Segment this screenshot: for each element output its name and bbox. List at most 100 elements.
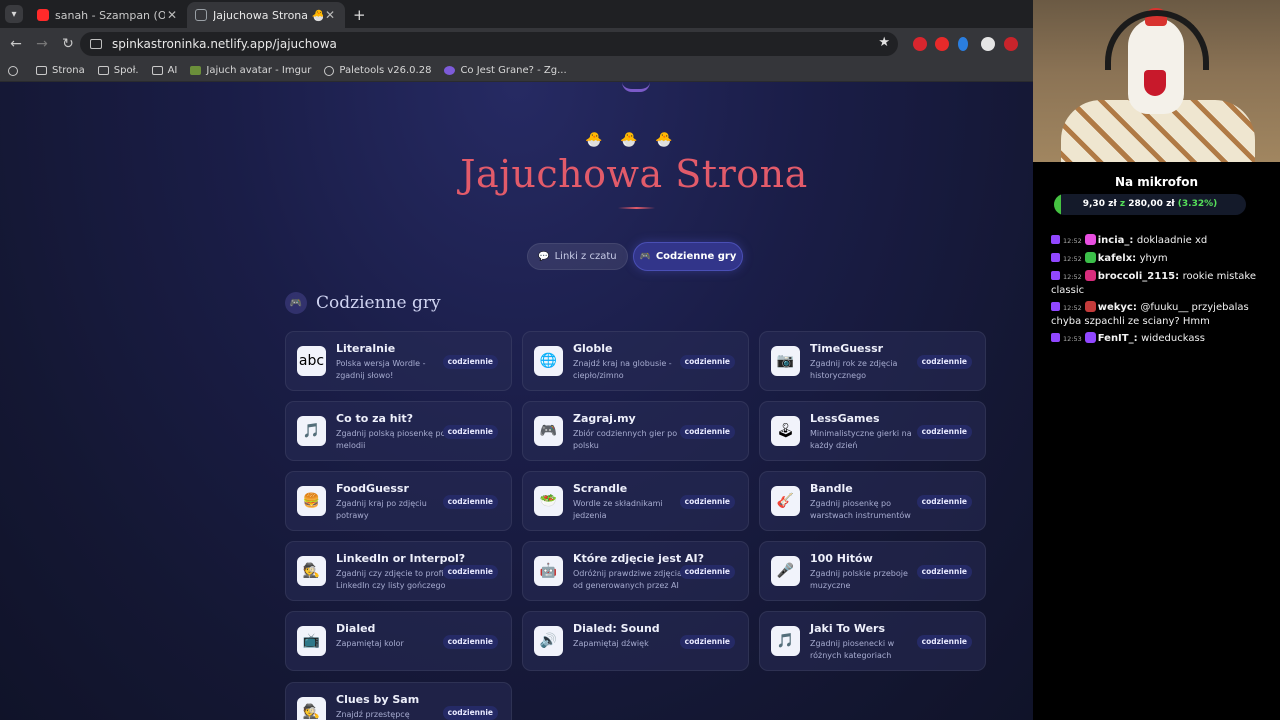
tab-search-button[interactable]: ▾ [5, 5, 23, 23]
game-description: Zgadnij polskie przeboje muzyczne [810, 569, 908, 590]
folder-icon [151, 66, 163, 75]
chick-icon: 🐣 [585, 132, 603, 148]
chat-colon: : [1132, 253, 1140, 264]
chat-username[interactable]: incia_ [1098, 235, 1130, 246]
bookmark-apps[interactable] [8, 65, 23, 76]
bookmark-link[interactable]: Co Jest Grane? - Zg... [444, 65, 567, 76]
page-title: Jajuchowa Strona [460, 152, 808, 196]
bookmark-link[interactable]: Paletools v26.0.28 [324, 65, 431, 76]
game-description: Znajdź przestępcę [336, 710, 410, 719]
chick-icon: 🐣 [620, 132, 638, 148]
twitch-icon [1051, 302, 1060, 311]
tab-jajuchowa[interactable]: Jajuchowa Strona 🐣 ✕ [187, 2, 345, 28]
apps-icon [8, 65, 18, 76]
new-tab-button[interactable]: + [353, 6, 366, 24]
audio-extension-icon[interactable] [958, 37, 968, 51]
twitch-icon [1051, 235, 1060, 244]
game-icon: 🎮 [534, 416, 563, 446]
donation-goal-title: Na mikrofon [1114, 175, 1199, 189]
game-card[interactable]: 🔊 Dialed: Sound Zapamiętaj dźwięk codzienni… [522, 611, 749, 671]
bookmark-label: Paletools v26.0.28 [339, 65, 432, 76]
game-name: LinkedIn or Interpol? [336, 552, 466, 565]
bookmark-folder[interactable]: AI [151, 65, 177, 76]
url-text[interactable]: spinkastroninka.netlify.app/jajuchowa [112, 37, 337, 51]
chat-message: 12:53 FenIT_: wideduckass [1051, 332, 1277, 346]
links-tab-button[interactable]: 💬 Linki z czatu [527, 243, 628, 270]
game-name: Jaki To Wers [810, 622, 886, 635]
game-card[interactable]: 📺 Dialed Zapamiętaj kolor codziennie [285, 611, 512, 671]
extension-icon[interactable] [913, 37, 927, 51]
games-tab-label: Codzienne gry [655, 251, 737, 262]
bookmark-link[interactable]: Jajuch avatar - Imgur [190, 65, 311, 76]
bookmark-label: Strona [52, 65, 85, 76]
game-card[interactable]: 🕵 LinkedIn or Interpol? Zgadnij czy zdjęci… [285, 541, 512, 601]
bookmark-folder[interactable]: Społ. [97, 65, 139, 76]
game-card[interactable]: 🕹 LessGames Minimalistyczne gierki na każd… [759, 401, 986, 461]
bookmarks-bar: Strona Społ. AI Jajuch avatar - Imgur Pa… [0, 60, 1033, 82]
frequency-badge: codziennie [916, 565, 972, 579]
game-name: Literalnie [336, 342, 396, 355]
game-card[interactable]: 🎮 Zagraj.my Zbiór codziennych gier po pols… [522, 401, 749, 461]
title-underline [618, 207, 655, 209]
chicken-beak-image [1144, 70, 1166, 96]
game-card[interactable]: 🥗 Scrandle Wordle ze składnikami jedzenia c… [522, 471, 749, 531]
game-name: Zagraj.my [573, 412, 636, 425]
stream-overlay: Na mikrofon 9,30 zł z 280,00 zł (3.32%) … [1033, 0, 1280, 720]
adblock-extension-icon[interactable] [1004, 37, 1018, 51]
chat-username[interactable]: broccoli_2115 [1098, 271, 1175, 282]
close-icon[interactable]: ✕ [323, 8, 337, 22]
game-card[interactable]: 🌐 Globle Znajdź kraj na globusie - ciepło/… [522, 331, 749, 391]
chat-colon: : [1133, 333, 1142, 344]
bookmark-label: Co Jest Grane? - Zg... [460, 65, 567, 76]
site-info-icon[interactable] [90, 39, 102, 49]
back-icon[interactable]: ← [4, 36, 28, 52]
game-card[interactable]: 🍔 FoodGuessr Zgadnij kraj po zdjęciu potra… [285, 471, 512, 531]
forward-icon[interactable]: → [30, 36, 54, 52]
game-card[interactable]: 🎤 100 Hitów Zgadnij polskie przeboje muzyc… [759, 541, 986, 601]
webcam-feed [1033, 0, 1280, 162]
games-tab-button[interactable]: 🎮 Codzienne gry [633, 242, 743, 271]
game-card[interactable]: 🎵 Co to za hit? Zgadnij polską piosenkę po… [285, 401, 512, 461]
game-card[interactable]: 🎸 Bandle Zgadnij piosenkę po warstwach ins… [759, 471, 986, 531]
chat-username[interactable]: kafelx [1098, 253, 1132, 264]
chat-username[interactable]: FenIT_ [1098, 333, 1134, 344]
frequency-badge: codziennie [442, 565, 498, 579]
goal-percent: (3.32%) [1177, 199, 1218, 209]
game-icon: 🕵 [297, 697, 326, 720]
game-card[interactable]: 🕵 Clues by Sam Znajdź przestępcę codziennie [285, 682, 512, 720]
game-description: Odróżnij prawdziwe zdjęcia od generowany… [573, 569, 682, 590]
game-name: LessGames [810, 412, 880, 425]
game-description: Minimalistyczne gierki na każdy dzień [810, 429, 912, 450]
compass-extension-icon[interactable] [981, 37, 995, 51]
game-icon: abc [297, 346, 326, 376]
game-icon: 🎤 [771, 556, 800, 586]
bookmark-star-icon[interactable]: ★ [878, 35, 890, 50]
game-card[interactable]: abc Literalnie Polska wersja Wordle - zgad… [285, 331, 512, 391]
game-card[interactable]: 🤖 Które zdjęcie jest AI? Odróżnij prawdziw… [522, 541, 749, 601]
chat-username[interactable]: wekyc [1098, 302, 1133, 313]
folder-icon [36, 66, 47, 75]
donation-goal-text: 9,30 zł z 280,00 zł (3.32%) [1054, 194, 1246, 215]
address-bar[interactable]: spinkastroninka.netlify.app/jajuchowa ★ [80, 32, 898, 56]
reload-icon[interactable]: ↻ [56, 36, 80, 52]
tab-youtube[interactable]: sanah - Szampan (Official Video) ✕ [29, 2, 187, 28]
game-card[interactable]: 🎵 Jaki To Wers Zgadnij piosenecki w różnyc… [759, 611, 986, 671]
game-icon: 🎵 [771, 626, 800, 656]
game-description: Zapamiętaj dźwięk [573, 639, 649, 648]
game-description: Znajdź kraj na globusie - ciepło/zimno [573, 359, 672, 380]
gamepad-icon: 🎮 [285, 292, 307, 314]
chick-row: 🐣 🐣 🐣 [585, 132, 672, 148]
game-description: Zbiór codziennych gier po polsku [573, 429, 678, 450]
chat-message: 12:52 wekyc: @fuuku__ przyjebalas chyba s… [1051, 301, 1277, 328]
game-name: Globle [573, 342, 613, 355]
chat-message: 12:52 kafelx: yhym [1051, 252, 1277, 266]
game-card[interactable]: 📷 TimeGuessr Zgadnij rok ze zdjęcia histor… [759, 331, 986, 391]
game-description: Zgadnij piosenecki w różnych kategoriach [810, 639, 895, 660]
game-name: 100 Hitów [810, 552, 873, 565]
chat-log: 12:52 incia_: doklaadnie xd 12:52 kafelx: y… [1051, 234, 1277, 350]
game-description: Zgadnij czy zdjęcie to profil LinkedIn c… [336, 569, 446, 590]
close-icon[interactable]: ✕ [165, 8, 179, 22]
section-header: 🎮 Codzienne gry [285, 292, 441, 314]
youtube-extension-icon[interactable] [935, 37, 949, 51]
bookmark-folder[interactable]: Strona [36, 65, 85, 76]
